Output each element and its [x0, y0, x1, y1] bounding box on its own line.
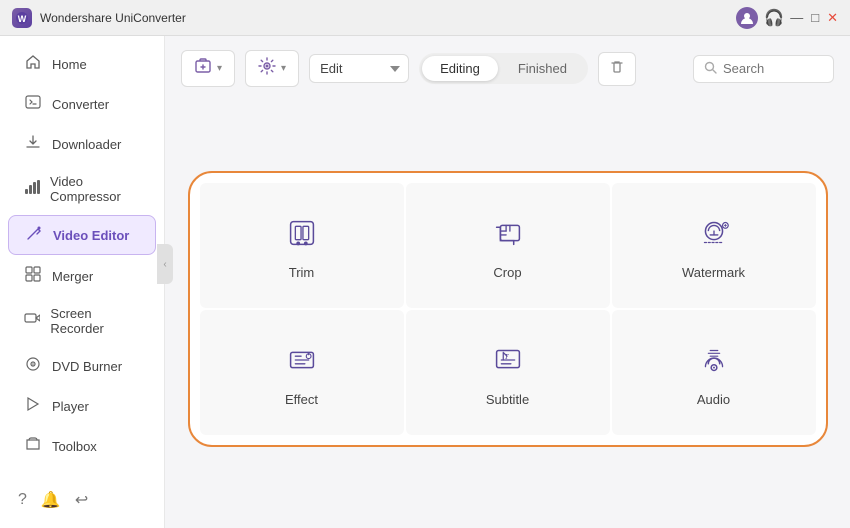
dvd-icon: [24, 356, 42, 376]
trim-label: Trim: [289, 265, 315, 280]
sidebar-item-dvd-burner[interactable]: DVD Burner: [8, 347, 156, 385]
merger-icon: [24, 266, 42, 286]
search-icon: [704, 61, 717, 77]
user-avatar[interactable]: [736, 7, 758, 29]
trim-icon: [280, 211, 324, 255]
watermark-icon: [692, 211, 736, 255]
subtitle-icon: T: [486, 338, 530, 382]
audio-icon: [692, 338, 736, 382]
sidebar-label-home: Home: [52, 57, 87, 72]
player-icon: [24, 396, 42, 416]
sidebar-item-toolbox[interactable]: Toolbox: [8, 427, 156, 465]
sidebar: Home Converter Downloader Video Compress…: [0, 36, 165, 528]
tab-group: Editing Finished: [419, 53, 588, 84]
settings-icon: [258, 57, 276, 80]
watermark-label: Watermark: [682, 265, 745, 280]
notification-icon[interactable]: 🔔: [41, 490, 61, 510]
tab-finished[interactable]: Finished: [500, 56, 585, 81]
tools-grid: Trim Crop: [200, 183, 816, 435]
editor-icon: [25, 225, 43, 245]
subtitle-label: Subtitle: [486, 392, 529, 407]
sidebar-item-downloader[interactable]: Downloader: [8, 125, 156, 163]
content-area: ▾ ▾ Edit Trim Crop Effect Subtitle Audio…: [165, 36, 850, 528]
sidebar-label-recorder: Screen Recorder: [50, 306, 140, 336]
sidebar-item-screen-recorder[interactable]: Screen Recorder: [8, 297, 156, 345]
converter-icon: [24, 94, 42, 114]
sidebar-item-converter[interactable]: Converter: [8, 85, 156, 123]
sidebar-item-home[interactable]: Home: [8, 45, 156, 83]
window-controls: — □ ✕: [790, 10, 838, 26]
trash-button[interactable]: [598, 52, 636, 86]
tools-grid-container: Trim Crop: [188, 171, 828, 447]
downloader-icon: [24, 134, 42, 154]
sidebar-nav: Home Converter Downloader Video Compress…: [0, 44, 164, 466]
audio-label: Audio: [697, 392, 730, 407]
headset-icon[interactable]: 🎧: [764, 8, 784, 28]
effect-label: Effect: [285, 392, 318, 407]
sidebar-label-downloader: Downloader: [52, 137, 121, 152]
recorder-icon: [24, 311, 40, 331]
main-layout: Home Converter Downloader Video Compress…: [0, 36, 850, 528]
tab-editing[interactable]: Editing: [422, 56, 498, 81]
maximize-button[interactable]: □: [811, 10, 819, 25]
close-button[interactable]: ✕: [827, 10, 838, 26]
tool-trim[interactable]: Trim: [200, 183, 404, 308]
settings-arrow: ▾: [281, 63, 286, 74]
sidebar-label-editor: Video Editor: [53, 228, 129, 243]
sidebar-item-player[interactable]: Player: [8, 387, 156, 425]
add-settings-button[interactable]: ▾: [245, 50, 299, 87]
effect-icon: [280, 338, 324, 382]
tool-subtitle[interactable]: T Subtitle: [406, 310, 610, 435]
editor-area: Trim Crop: [181, 103, 834, 514]
sidebar-label-dvd: DVD Burner: [52, 359, 122, 374]
edit-select[interactable]: Edit Trim Crop Effect Subtitle Audio Wat…: [309, 54, 409, 83]
search-box[interactable]: [693, 55, 834, 83]
title-bar: W Wondershare UniConverter 🎧 — □ ✕: [0, 0, 850, 36]
tool-watermark[interactable]: Watermark: [612, 183, 816, 308]
compressor-icon: [24, 179, 40, 199]
title-bar-left: W Wondershare UniConverter: [12, 8, 186, 28]
tool-audio[interactable]: Audio: [612, 310, 816, 435]
minimize-button[interactable]: —: [790, 10, 803, 25]
toolbox-icon: [24, 436, 42, 456]
titlebar-icons: 🎧 — □ ✕: [736, 7, 838, 29]
sidebar-bottom: ? 🔔 ↩: [0, 480, 164, 520]
sidebar-label-converter: Converter: [52, 97, 109, 112]
sidebar-item-video-editor[interactable]: Video Editor: [8, 215, 156, 255]
search-input[interactable]: [723, 61, 823, 76]
add-files-button[interactable]: ▾: [181, 50, 235, 87]
help-icon[interactable]: ?: [18, 491, 27, 509]
tool-crop[interactable]: Crop: [406, 183, 610, 308]
crop-icon: [486, 211, 530, 255]
sidebar-label-merger: Merger: [52, 269, 93, 284]
sidebar-item-video-compressor[interactable]: Video Compressor: [8, 165, 156, 213]
refresh-icon[interactable]: ↩: [75, 490, 88, 510]
sidebar-label-player: Player: [52, 399, 89, 414]
sidebar-item-merger[interactable]: Merger: [8, 257, 156, 295]
sidebar-label-compressor: Video Compressor: [50, 174, 140, 204]
svg-text:W: W: [18, 14, 27, 24]
crop-label: Crop: [493, 265, 521, 280]
tool-effect[interactable]: Effect: [200, 310, 404, 435]
add-files-icon: [194, 57, 212, 80]
add-files-arrow: ▾: [217, 63, 222, 74]
app-icon: W: [12, 8, 32, 28]
app-title: Wondershare UniConverter: [40, 11, 186, 25]
sidebar-label-toolbox: Toolbox: [52, 439, 97, 454]
toolbar: ▾ ▾ Edit Trim Crop Effect Subtitle Audio…: [181, 50, 834, 87]
home-icon: [24, 54, 42, 74]
collapse-sidebar-handle[interactable]: ‹: [157, 244, 173, 284]
